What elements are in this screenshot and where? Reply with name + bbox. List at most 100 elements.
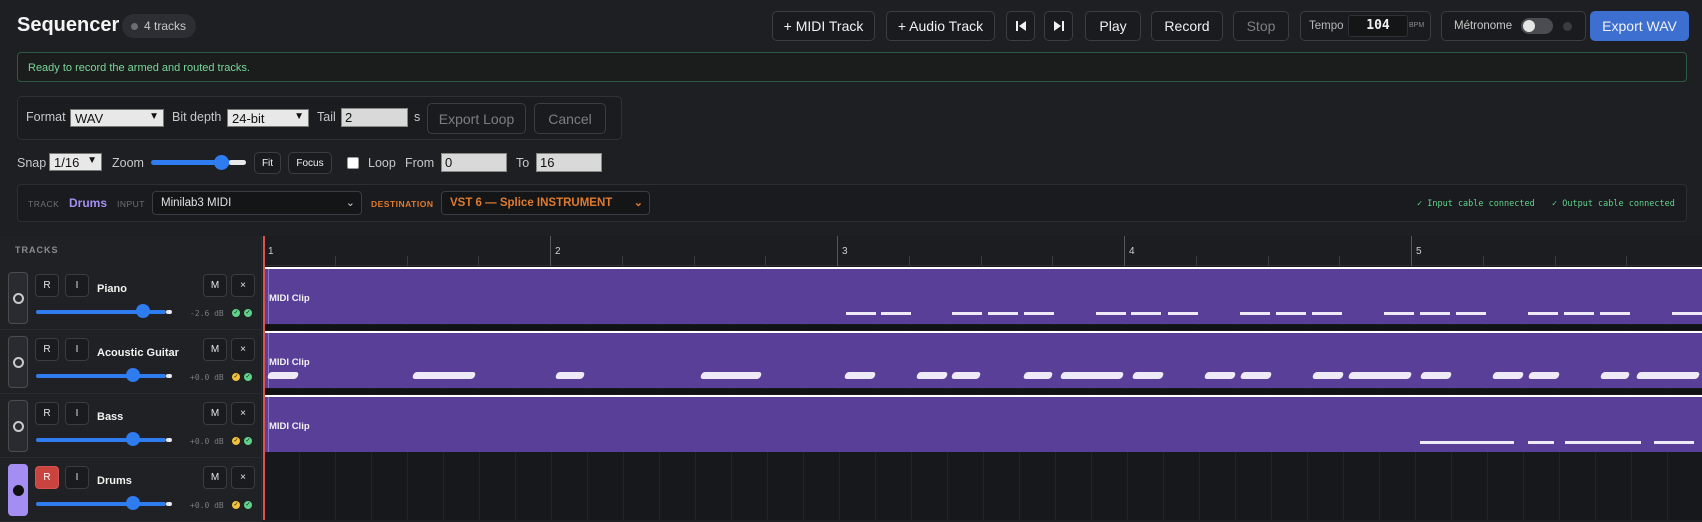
input-monitor-button[interactable]: I [65,338,89,361]
midi-note[interactable] [1599,372,1631,379]
delete-track-button[interactable]: × [231,466,255,489]
stop-button[interactable]: Stop [1233,11,1289,41]
loop-from-input[interactable]: 0 [441,153,507,172]
arm-toggle[interactable] [8,400,28,452]
playhead[interactable] [263,236,265,520]
input-monitor-button[interactable]: I [65,466,89,489]
loop-to-input[interactable]: 16 [536,153,602,172]
export-loop-button[interactable]: Export Loop [427,103,526,134]
midi-note[interactable] [1312,312,1342,315]
midi-clip[interactable]: MIDI Clip [265,267,1702,324]
volume-slider-thumb[interactable] [126,432,140,446]
mute-button[interactable]: M [203,338,227,361]
volume-slider[interactable] [36,438,166,442]
midi-note[interactable] [952,312,982,315]
input-monitor-button[interactable]: I [65,274,89,297]
mute-button[interactable]: M [203,466,227,489]
mute-button[interactable]: M [203,274,227,297]
skip-forward-icon[interactable] [1044,11,1073,41]
metronome-toggle[interactable] [1521,18,1553,34]
loop-checkbox[interactable] [347,157,359,169]
midi-note[interactable] [266,372,300,379]
track-header-drums[interactable]: R I Drums M × +0.0 dB ✓ ✓ [0,458,262,522]
midi-note[interactable] [1527,372,1561,379]
midi-note[interactable] [1491,372,1525,379]
add-audio-track-button[interactable]: + Audio Track [886,11,995,41]
record-enable-button[interactable]: R [35,466,59,489]
cancel-button[interactable]: Cancel [534,103,606,134]
midi-note[interactable] [1311,372,1345,379]
arm-toggle[interactable] [8,272,28,324]
input-select[interactable]: Minilab3 MIDI ⌄ [152,191,362,215]
mute-button[interactable]: M [203,402,227,425]
volume-slider-thumb[interactable] [136,304,150,318]
record-enable-button[interactable]: R [35,402,59,425]
midi-note[interactable] [881,312,911,315]
midi-note[interactable] [1276,312,1306,315]
midi-note[interactable] [1131,312,1161,315]
fit-button[interactable]: Fit [254,152,281,174]
skip-back-icon[interactable] [1006,11,1035,41]
midi-note[interactable] [1564,312,1594,315]
midi-note[interactable] [1672,312,1702,315]
midi-note[interactable] [950,372,982,379]
tempo-input[interactable]: 104 [1348,15,1408,37]
volume-slider-thumb[interactable] [126,496,140,510]
volume-slider[interactable] [36,502,166,506]
midi-note[interactable] [1096,312,1126,315]
arm-toggle[interactable] [8,336,28,388]
midi-note[interactable] [1565,441,1641,444]
destination-select[interactable]: VST 6 — Splice INSTRUMENT ⌄ [441,191,650,215]
midi-note[interactable] [1384,312,1414,315]
snap-select[interactable]: 1/16 ▼ [49,153,102,171]
midi-note[interactable] [1131,372,1165,379]
midi-note[interactable] [1600,312,1630,315]
track-header-piano[interactable]: R I Piano M × -2.6 dB ✓ ✓ [0,266,262,330]
zoom-slider[interactable] [151,155,246,170]
midi-note[interactable] [1528,441,1554,444]
focus-button[interactable]: Focus [288,152,332,174]
midi-note[interactable] [1654,441,1694,444]
midi-note[interactable] [1239,372,1273,379]
midi-note[interactable] [1635,372,1701,379]
midi-clip[interactable]: MIDI Clip [265,395,1702,452]
track-header-bass[interactable]: R I Bass M × +0.0 dB ✓ ✓ [0,394,262,458]
midi-note[interactable] [554,372,586,379]
volume-slider[interactable] [36,374,166,378]
midi-note[interactable] [1456,312,1486,315]
midi-clip[interactable]: MIDI Clip [265,331,1702,388]
format-select[interactable]: WAV ▼ [70,109,164,127]
delete-track-button[interactable]: × [231,402,255,425]
midi-note[interactable] [1024,312,1054,315]
delete-track-button[interactable]: × [231,338,255,361]
arm-toggle[interactable] [8,464,28,516]
midi-note[interactable] [1420,441,1514,444]
bitdepth-select[interactable]: 24-bit ▼ [227,109,309,127]
record-enable-button[interactable]: R [35,338,59,361]
midi-note[interactable] [1528,312,1558,315]
record-button[interactable]: Record [1151,11,1223,41]
midi-note[interactable] [411,372,477,379]
midi-note[interactable] [843,372,877,379]
input-monitor-button[interactable]: I [65,402,89,425]
play-button[interactable]: Play [1085,11,1141,41]
midi-note[interactable] [1203,372,1237,379]
timeline-ruler[interactable]: 1 2 3 4 5 [263,236,1702,266]
midi-note[interactable] [1420,312,1450,315]
track-header-acoustic-guitar[interactable]: R I Acoustic Guitar M × +0.0 dB ✓ ✓ [0,330,262,394]
midi-note[interactable] [1240,312,1270,315]
delete-track-button[interactable]: × [231,274,255,297]
midi-note[interactable] [915,372,949,379]
add-midi-track-button[interactable]: + MIDI Track [772,11,875,41]
export-wav-button[interactable]: Export WAV [1590,11,1689,41]
record-enable-button[interactable]: R [35,274,59,297]
midi-note[interactable] [699,372,763,379]
midi-note[interactable] [1419,372,1453,379]
midi-note[interactable] [1168,312,1198,315]
midi-note[interactable] [1347,372,1413,379]
midi-note[interactable] [988,312,1018,315]
midi-note[interactable] [1059,372,1125,379]
midi-note[interactable] [1022,372,1054,379]
midi-note[interactable] [846,312,876,315]
volume-slider-thumb[interactable] [126,368,140,382]
